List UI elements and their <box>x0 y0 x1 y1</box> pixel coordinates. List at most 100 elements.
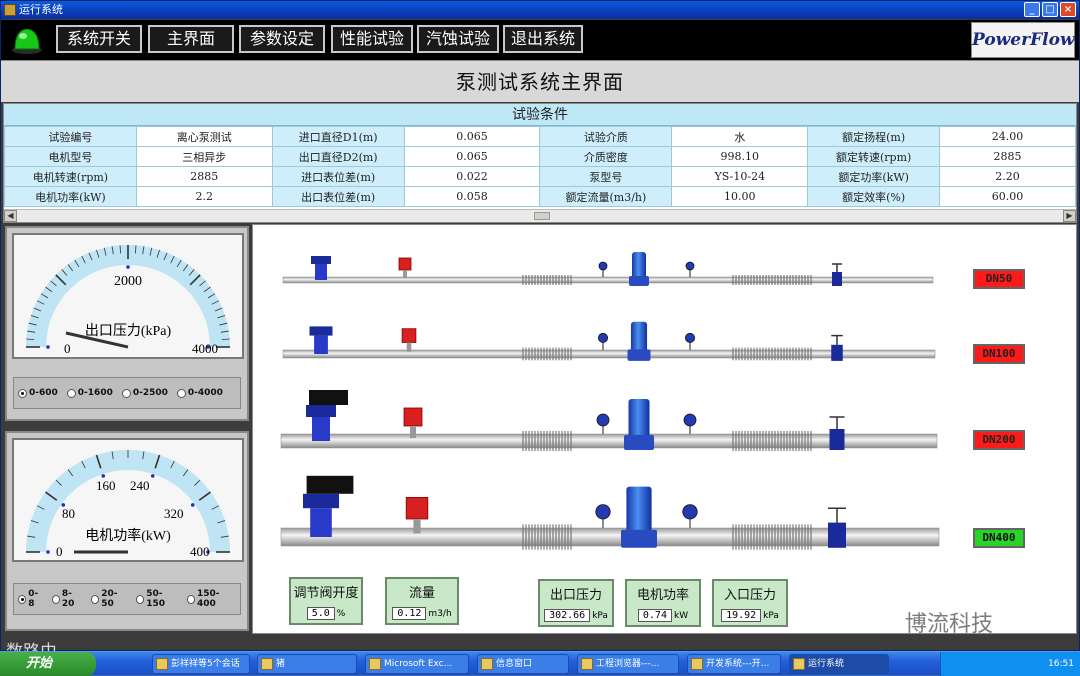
taskbar-item[interactable]: 运行系统 <box>789 654 889 674</box>
system-tray: 16:51 <box>940 652 1080 676</box>
status-lamp-icon <box>12 28 42 54</box>
taskbar-item[interactable]: Microsoft Exc... <box>365 654 469 674</box>
condition-value[interactable]: 三相异步 <box>135 146 273 167</box>
flow-readout: 流量 0.12 m3/h <box>385 577 459 625</box>
close-button[interactable]: × <box>1060 2 1076 17</box>
outlet-pressure-gauge: 2000 0 4000 出口压力(kPa) <box>12 233 244 359</box>
taskbar: 开始 彭祥祥等5个会话 猪 Microsoft Exc... 信息窗口 工程浏览器---… <box>0 651 1080 676</box>
motor-power-value: 0.74 <box>637 609 672 622</box>
pressure-gauge <box>684 332 695 343</box>
range-option-20-50[interactable]: 20-50 <box>91 589 127 609</box>
start-button[interactable]: 开始 <box>0 652 96 676</box>
condition-value[interactable]: YS-10-24 <box>671 166 809 187</box>
taskbar-item[interactable]: 信息窗口 <box>477 654 569 674</box>
pressure-gauge <box>596 413 610 427</box>
range-option-8-20[interactable]: 8-20 <box>51 589 82 609</box>
gauge1-label: 出口压力(kPa) <box>85 323 172 339</box>
condition-value[interactable]: 2.2 <box>135 186 273 207</box>
gauge2-tick-min: 0 <box>56 544 63 559</box>
pipeline-diagram: DN50 DN100 DN200 DN400 调节阀开度 5.0% 流量 0.1… <box>252 224 1077 634</box>
condition-value[interactable]: 60.00 <box>939 186 1076 207</box>
condition-value[interactable]: 离心泵测试 <box>135 126 273 147</box>
horizontal-scrollbar[interactable]: ◀ ▶ <box>4 209 1076 222</box>
condition-value[interactable]: 0.022 <box>403 166 541 187</box>
taskbar-item[interactable]: 工程浏览器---... <box>577 654 679 674</box>
inlet-pressure-value: 19.92 <box>721 609 762 622</box>
pipeline-dn50-indicator[interactable]: DN50 <box>973 269 1025 289</box>
condition-value[interactable]: 水 <box>671 126 809 147</box>
window-icon <box>156 658 168 670</box>
outlet-pressure-title: 出口压力 <box>549 588 602 603</box>
window-icon <box>793 658 805 670</box>
gauge2-tick-80: 80 <box>62 506 75 521</box>
taskbar-item[interactable]: 开发系统---开... <box>687 654 781 674</box>
radio-icon[interactable] <box>18 594 27 604</box>
condition-label: 进口直径D1(m) <box>271 126 405 147</box>
radio-icon[interactable] <box>136 594 145 604</box>
condition-label: 额定流量(m3/h) <box>539 186 673 207</box>
menu-cavitation-test[interactable]: 汽蚀试验 <box>417 25 499 53</box>
condition-value[interactable]: 2.20 <box>939 166 1076 187</box>
outlet-valve <box>828 522 846 548</box>
outlet-valve <box>831 344 843 361</box>
condition-value[interactable]: 0.065 <box>403 126 541 147</box>
range-option-label: 50-150 <box>146 589 166 609</box>
valve-opening-readout: 调节阀开度 5.0% <box>289 577 363 625</box>
radio-icon[interactable] <box>121 388 131 398</box>
taskbar-item-label: 开发系统---开... <box>706 659 770 669</box>
menu-system-switch[interactable]: 系统开关 <box>56 25 142 53</box>
radio-icon[interactable] <box>66 388 76 398</box>
radio-icon[interactable] <box>176 388 186 398</box>
scroll-left-icon[interactable]: ◀ <box>4 210 17 222</box>
window-icon <box>369 658 381 670</box>
menu-performance-test[interactable]: 性能试验 <box>331 25 413 53</box>
range-option-50-150[interactable]: 50-150 <box>136 589 178 609</box>
pump-casing <box>629 276 649 286</box>
range-option-150-400[interactable]: 150-400 <box>186 589 234 609</box>
condition-value[interactable]: 2885 <box>135 166 273 187</box>
taskbar-item[interactable]: 猪 <box>257 654 357 674</box>
scroll-right-icon[interactable]: ▶ <box>1063 210 1076 222</box>
gauge1-tick-min: 0 <box>64 341 71 356</box>
radio-icon[interactable] <box>186 594 195 604</box>
test-conditions-header: 试验条件 <box>4 104 1076 126</box>
menu-parameter-settings[interactable]: 参数设定 <box>239 25 325 53</box>
condition-value[interactable]: 2885 <box>939 146 1076 167</box>
flow-title: 流量 <box>408 586 435 601</box>
outlet-pressure-value: 302.66 <box>544 609 591 622</box>
minimize-button[interactable]: _ <box>1024 2 1040 17</box>
condition-value[interactable]: 10.00 <box>671 186 809 207</box>
range-option-0-1600[interactable]: 0-1600 <box>66 388 113 398</box>
gauge2-label: 电机功率(kW) <box>85 527 171 544</box>
taskbar-item-label: Microsoft Exc... <box>384 659 453 669</box>
pipeline-dn400-indicator[interactable]: DN400 <box>973 528 1025 548</box>
pipeline-dn100-indicator[interactable]: DN100 <box>973 344 1025 364</box>
control-valve-actuator <box>311 256 331 264</box>
condition-value[interactable]: 0.065 <box>403 146 541 167</box>
menu-main-screen[interactable]: 主界面 <box>148 25 234 53</box>
maximize-button[interactable]: □ <box>1042 2 1058 17</box>
condition-label: 电机型号 <box>4 146 137 167</box>
condition-label: 试验介质 <box>539 126 673 147</box>
menu-exit-system[interactable]: 退出系统 <box>503 25 583 53</box>
control-valve-actuator <box>309 326 333 336</box>
motor-power-readout: 电机功率 0.74 kW <box>625 579 701 627</box>
scroll-thumb[interactable] <box>534 212 550 220</box>
condition-value[interactable]: 998.10 <box>671 146 809 167</box>
radio-icon[interactable] <box>51 594 60 604</box>
flowmeter-stem <box>413 519 421 534</box>
taskbar-item[interactable]: 彭祥祥等5个会话 <box>152 654 250 674</box>
condition-value[interactable]: 24.00 <box>939 126 1076 147</box>
pump-casing <box>624 435 654 450</box>
pipeline-dn200-indicator[interactable]: DN200 <box>973 430 1025 450</box>
window-icon <box>581 658 593 670</box>
range-option-0-600[interactable]: 0-600 <box>18 388 58 398</box>
range-option-0-8[interactable]: 0-8 <box>18 589 43 609</box>
range-option-0-2500[interactable]: 0-2500 <box>121 388 168 398</box>
radio-icon[interactable] <box>91 594 100 604</box>
range-option-0-4000[interactable]: 0-4000 <box>176 388 223 398</box>
radio-icon[interactable] <box>18 388 27 398</box>
outlet-pressure-unit: kPa <box>592 611 608 621</box>
condition-value[interactable]: 0.058 <box>403 186 541 207</box>
motor-power-gauge-dial: 80 160 240 320 0 400 电机功率(kW) <box>26 450 230 559</box>
